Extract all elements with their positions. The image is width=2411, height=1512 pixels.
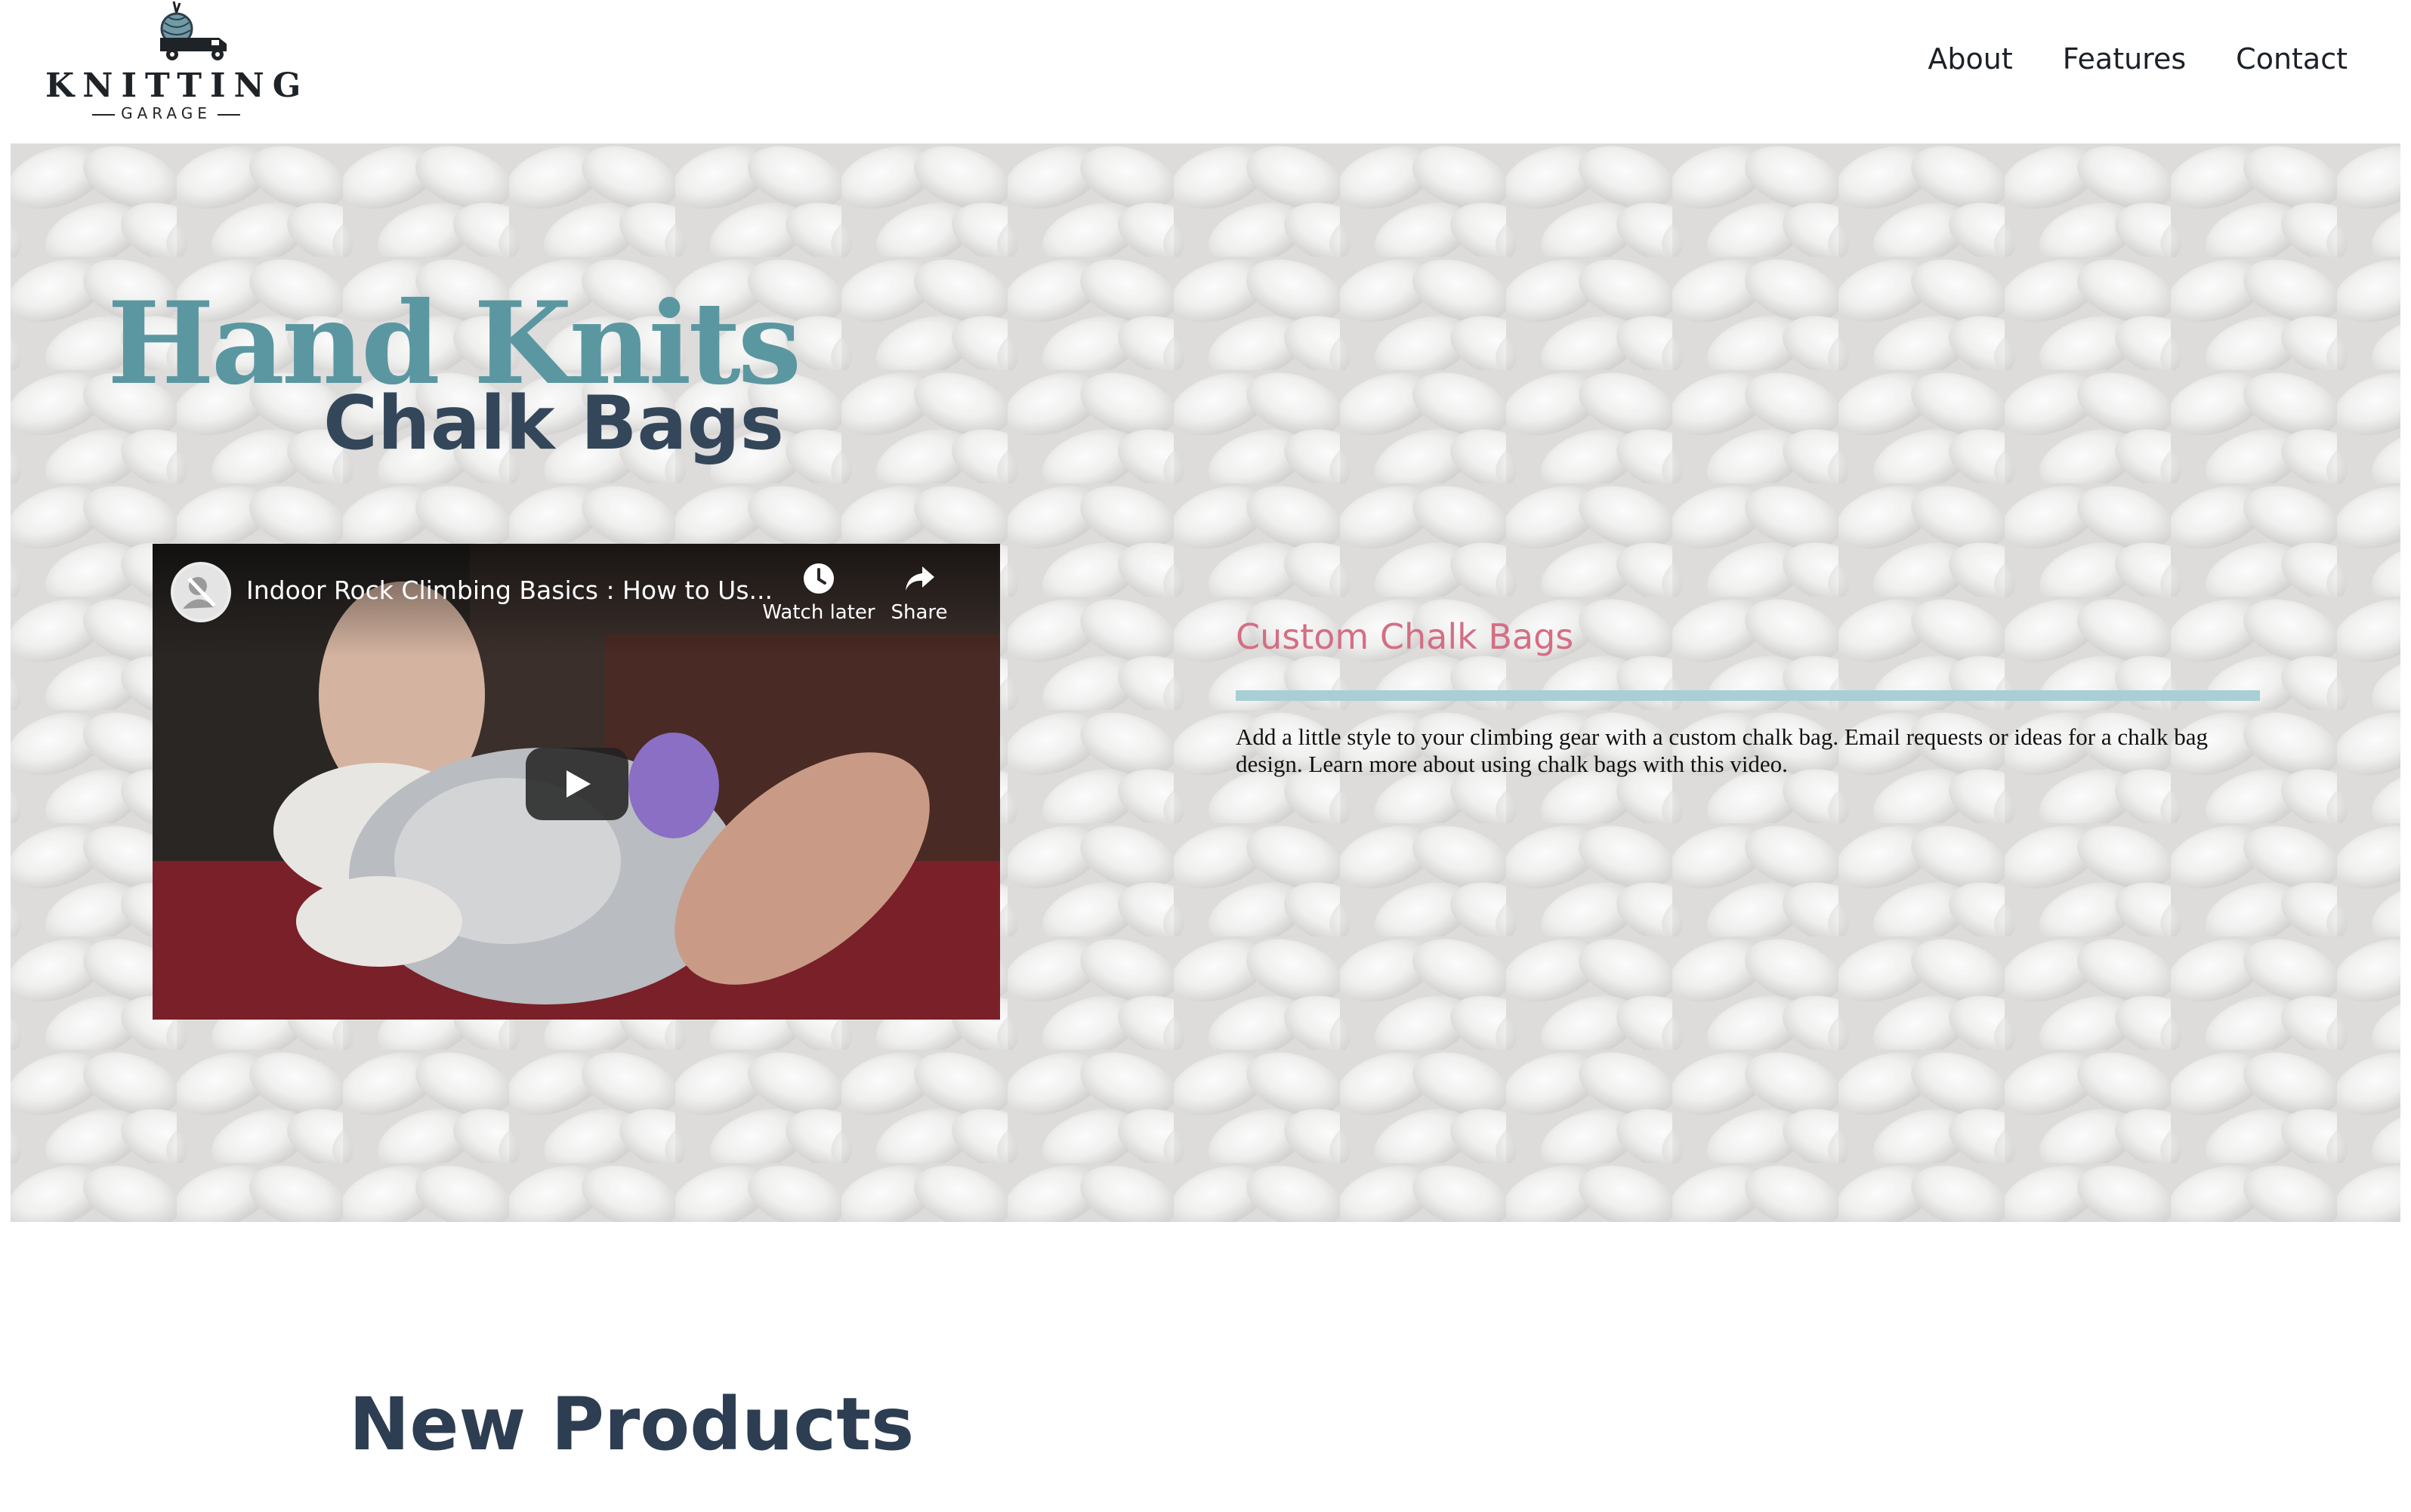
video-embed[interactable]: Indoor Rock Climbing Basics : How to Us.… (153, 544, 1000, 1020)
video-title[interactable]: Indoor Rock Climbing Basics : How to Us.… (246, 575, 773, 605)
new-products-heading: New Products (349, 1382, 915, 1467)
hero-section: Hand Knits Chalk Bags Indoor Rock Climbi… (11, 143, 2400, 1222)
yarn-truck-logo-icon (160, 1, 227, 60)
share-label: Share (891, 601, 948, 624)
nav-features-link[interactable]: Features (2063, 42, 2186, 76)
custom-chalk-bags-description: Add a little style to your climbing gear… (1236, 724, 2208, 777)
logo-subtitle: GARAGE (45, 104, 287, 122)
channel-avatar[interactable] (171, 562, 231, 622)
knitting-garage-logo[interactable]: KNITTING GARAGE (45, 0, 310, 128)
play-icon (566, 770, 591, 798)
watch-later-button[interactable]: Watch later (762, 560, 875, 636)
play-button[interactable] (526, 748, 628, 820)
share-button[interactable]: Share (874, 560, 965, 636)
share-arrow-icon (906, 566, 934, 591)
nav-about-link[interactable]: About (1928, 42, 2012, 76)
logo-wordmark: KNITTING (45, 66, 310, 105)
hero-subtitle: Chalk Bags (323, 381, 785, 467)
site-header: KNITTING GARAGE About Features Contact (0, 0, 2411, 143)
heading-divider (1236, 690, 2260, 701)
custom-chalk-bags-heading: Custom Chalk Bags (1236, 616, 1574, 657)
nav-contact-link[interactable]: Contact (2236, 42, 2348, 76)
custom-chalk-bags-block: Custom Chalk Bags Add a little style to … (1236, 616, 2260, 778)
channel-avatar-icon (174, 565, 228, 619)
clock-icon (804, 563, 834, 594)
watch-later-label: Watch later (762, 601, 875, 624)
main-nav: About Features Contact (1928, 42, 2348, 76)
